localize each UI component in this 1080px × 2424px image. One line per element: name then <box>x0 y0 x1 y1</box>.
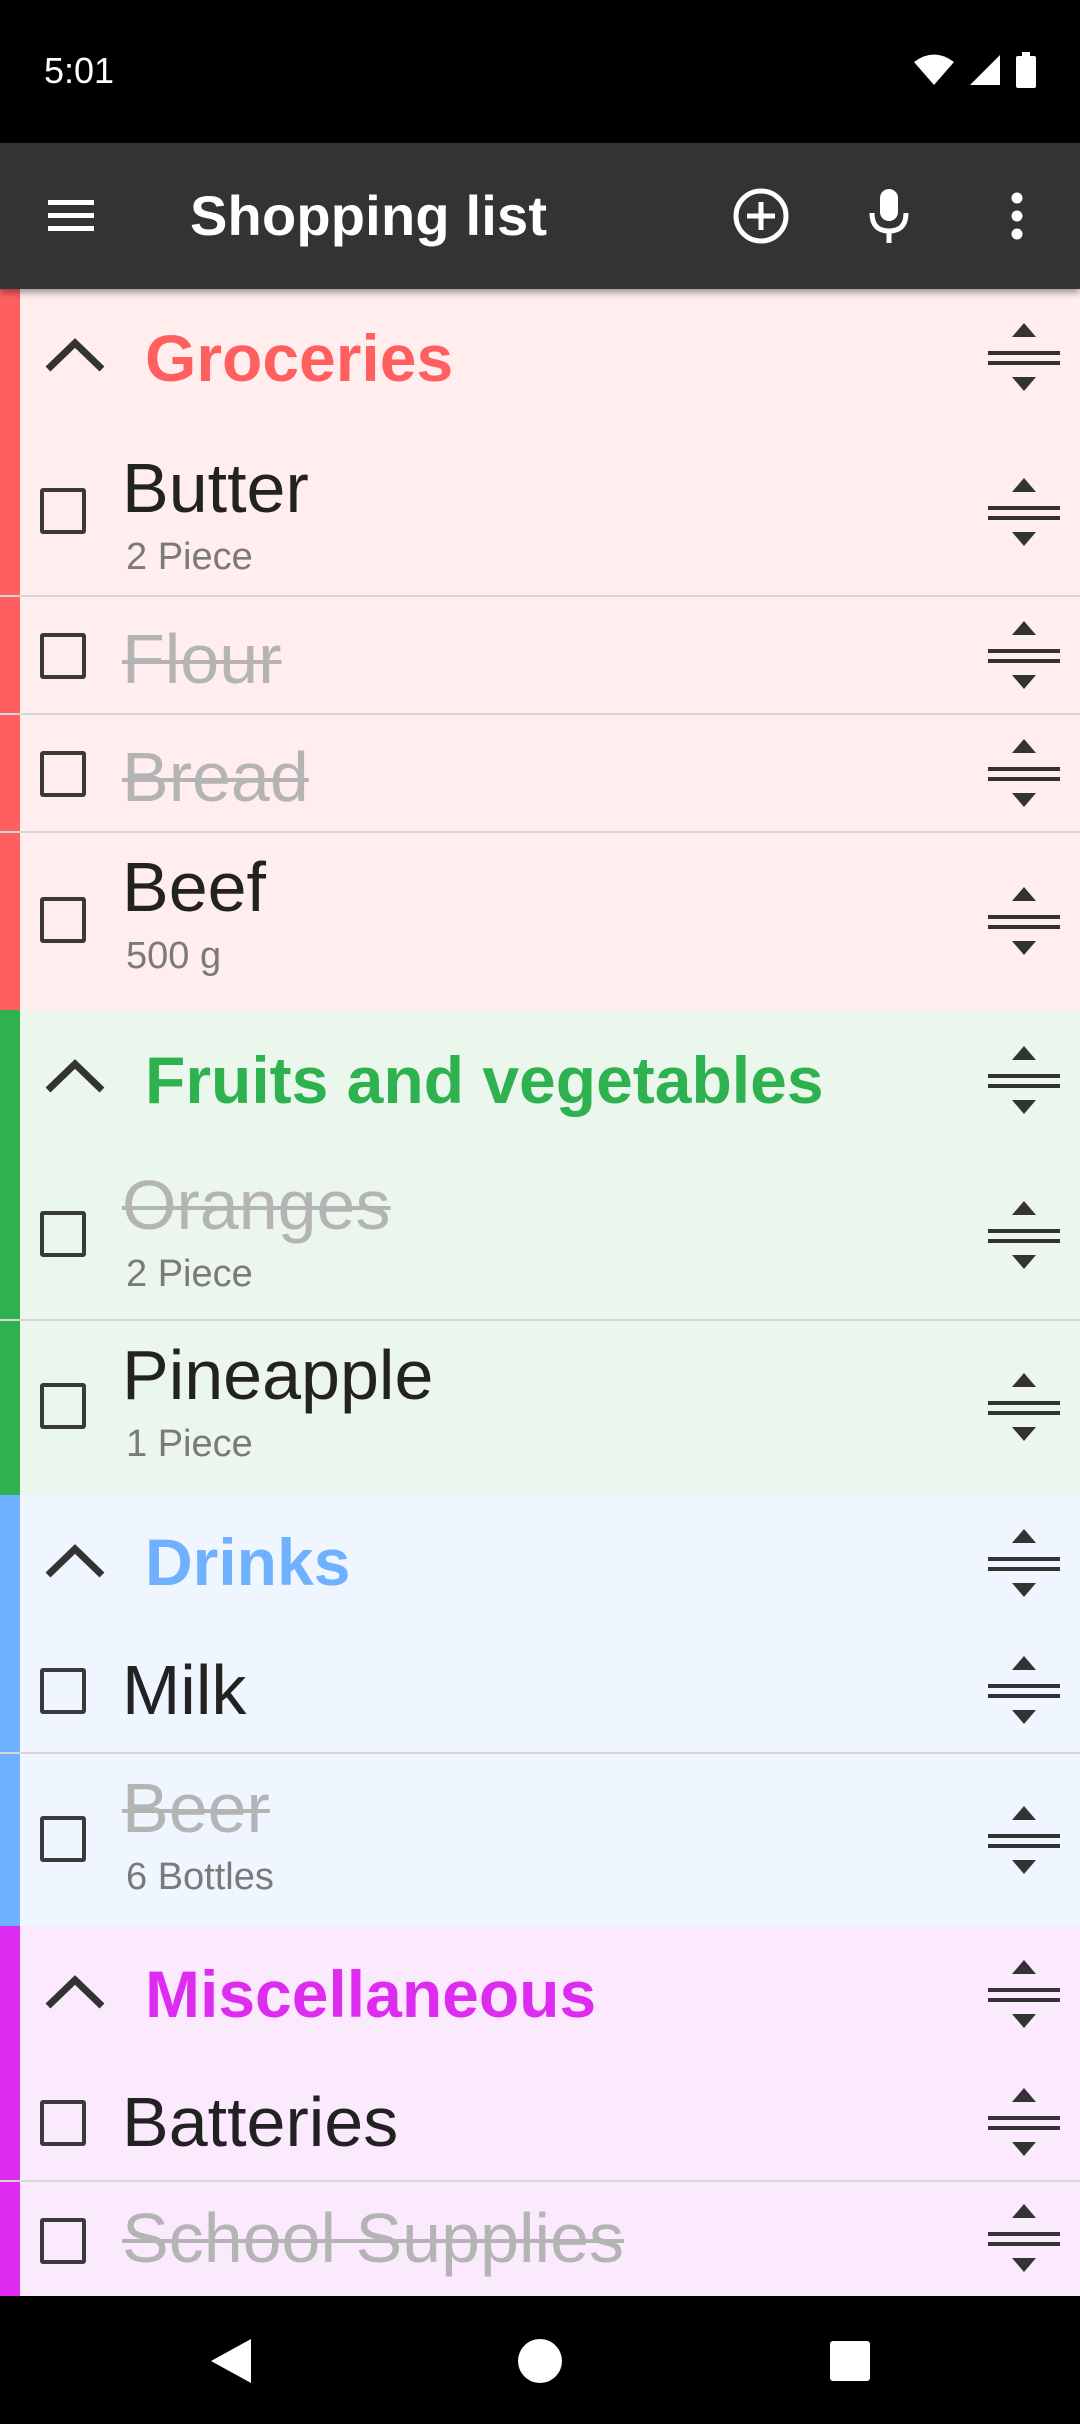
list-item[interactable]: Beef 500 g <box>0 833 1080 1010</box>
drag-reorder-icon[interactable] <box>986 1365 1062 1449</box>
drag-reorder-icon[interactable] <box>986 879 1062 963</box>
drag-reorder-icon[interactable] <box>986 1521 1062 1605</box>
item-quantity: 1 Piece <box>126 1423 253 1465</box>
item-quantity: 2 Piece <box>126 536 253 578</box>
drag-reorder-icon[interactable] <box>986 1038 1062 1122</box>
item-quantity: 500 g <box>126 935 222 977</box>
drag-reorder-icon[interactable] <box>986 1193 1062 1277</box>
item-name: School Supplies <box>122 2199 624 2277</box>
section-drinks: Drinks Milk Beer 6 Bottles <box>0 1495 1080 1926</box>
section-miscellaneous: Miscellaneous Batteries School Supplies <box>0 1926 1080 2296</box>
item-name: Batteries <box>122 2083 399 2161</box>
item-name: Pineapple <box>122 1336 434 1414</box>
list-item[interactable]: Milk <box>0 1628 1080 1754</box>
list-item[interactable]: Batteries <box>0 2062 1080 2182</box>
item-checkbox[interactable] <box>40 633 86 679</box>
chevron-up-icon[interactable] <box>42 1966 108 2022</box>
list-item[interactable]: Butter 2 Piece <box>0 426 1080 597</box>
category-title: Fruits and vegetables <box>145 1042 824 1117</box>
item-name: Oranges <box>122 1166 391 1244</box>
chevron-up-icon[interactable] <box>42 329 108 385</box>
item-name: Beer <box>122 1769 270 1847</box>
drag-reorder-icon[interactable] <box>986 731 1062 815</box>
more-options-button[interactable] <box>984 183 1050 249</box>
hamburger-menu-icon <box>48 200 94 231</box>
home-circle-icon <box>518 2339 562 2383</box>
item-quantity: 6 Bottles <box>126 1856 274 1898</box>
app-bar: Shopping list <box>0 143 1080 289</box>
drag-reorder-icon[interactable] <box>986 470 1062 554</box>
item-checkbox[interactable] <box>40 751 86 797</box>
wifi-icon <box>914 54 954 85</box>
item-quantity: 2 Piece <box>126 1253 253 1295</box>
status-bar: 5:01 <box>0 0 1080 143</box>
drag-reorder-icon[interactable] <box>986 315 1062 399</box>
category-title: Groceries <box>145 320 454 395</box>
item-checkbox[interactable] <box>40 897 86 943</box>
status-time: 5:01 <box>44 50 115 91</box>
item-name: Milk <box>122 1651 247 1729</box>
item-checkbox[interactable] <box>40 1211 86 1257</box>
category-header[interactable]: Miscellaneous <box>0 1926 1080 2062</box>
section-groceries: Groceries Butter 2 Piece Flour Bread Bee… <box>0 289 1080 1010</box>
list-item[interactable]: School Supplies <box>0 2182 1080 2296</box>
item-checkbox[interactable] <box>40 488 86 534</box>
home-button[interactable] <box>505 2326 575 2396</box>
cell-signal-icon <box>970 55 1000 85</box>
recents-square-icon <box>830 2341 870 2381</box>
category-title: Miscellaneous <box>145 1957 597 2031</box>
drag-reorder-icon[interactable] <box>986 2196 1062 2280</box>
more-vert-icon <box>1011 192 1023 240</box>
list-item[interactable]: Oranges 2 Piece <box>0 1149 1080 1321</box>
chevron-up-icon[interactable] <box>42 1050 108 1106</box>
shopping-list[interactable]: Groceries Butter 2 Piece Flour Bread Bee… <box>0 289 1080 2296</box>
list-item[interactable]: Bread <box>0 715 1080 833</box>
battery-icon <box>1016 52 1036 88</box>
drag-reorder-icon[interactable] <box>986 2080 1062 2164</box>
back-triangle-icon <box>211 2339 251 2383</box>
system-navigation-bar <box>0 2296 1080 2424</box>
chevron-up-icon[interactable] <box>42 1535 108 1591</box>
recents-button[interactable] <box>815 2326 885 2396</box>
section-fruits-and-vegetables: Fruits and vegetables Oranges 2 Piece Pi… <box>0 1010 1080 1495</box>
item-checkbox[interactable] <box>40 1668 86 1714</box>
list-item[interactable]: Beer 6 Bottles <box>0 1754 1080 1926</box>
voice-input-button[interactable] <box>856 183 922 249</box>
drag-reorder-icon[interactable] <box>986 1648 1062 1732</box>
drag-reorder-icon[interactable] <box>986 1798 1062 1882</box>
category-header[interactable]: Groceries <box>0 289 1080 426</box>
add-circle-icon <box>733 188 789 244</box>
drag-reorder-icon[interactable] <box>986 1952 1062 2036</box>
drag-reorder-icon[interactable] <box>986 613 1062 697</box>
item-name: Beef <box>122 848 266 926</box>
item-name: Butter <box>122 449 309 527</box>
item-checkbox[interactable] <box>40 1383 86 1429</box>
microphone-icon <box>869 189 909 243</box>
item-checkbox[interactable] <box>40 2218 86 2264</box>
category-header[interactable]: Drinks <box>0 1495 1080 1628</box>
item-checkbox[interactable] <box>40 2100 86 2146</box>
category-title: Drinks <box>145 1524 351 1599</box>
list-item[interactable]: Pineapple 1 Piece <box>0 1321 1080 1495</box>
category-header[interactable]: Fruits and vegetables <box>0 1010 1080 1149</box>
item-name: Bread <box>122 738 309 816</box>
item-name: Flour <box>122 620 282 698</box>
item-checkbox[interactable] <box>40 1816 86 1862</box>
menu-button[interactable] <box>42 188 100 244</box>
back-button[interactable] <box>196 2326 266 2396</box>
list-item[interactable]: Flour <box>0 597 1080 715</box>
system-icons <box>914 52 1036 88</box>
add-item-button[interactable] <box>728 183 794 249</box>
app-title: Shopping list <box>190 184 548 247</box>
